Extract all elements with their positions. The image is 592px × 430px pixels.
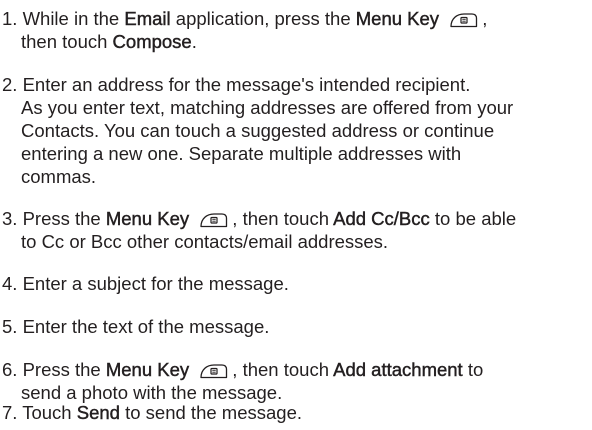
- step-text: 3. Press the: [2, 208, 106, 229]
- step-text: , then touch: [232, 208, 334, 229]
- step-text: 5. Enter the text of the message.: [2, 316, 270, 337]
- step-text: 6. Press the: [2, 359, 106, 380]
- step-text: to: [462, 359, 484, 380]
- step-text: 1. While in the: [2, 8, 125, 29]
- step-line: 5. Enter the text of the message.: [2, 315, 586, 338]
- step-6: 6. Press the Menu Key , then touch Add a…: [2, 358, 586, 404]
- step-text: commas.: [21, 166, 97, 187]
- step-text: , then touch: [232, 359, 334, 380]
- step-text: 4. Enter a subject for the message.: [2, 273, 289, 294]
- step-line: commas.: [2, 165, 586, 188]
- step-text: 7. Touch: [2, 402, 77, 423]
- step-text: to send the message.: [119, 402, 302, 423]
- step-line: 7. Touch Send to send the message.: [2, 401, 586, 424]
- ui-term: Add attachment: [333, 359, 463, 380]
- step-text: to be able: [429, 208, 517, 229]
- step-line: 1. While in the Email application, press…: [2, 7, 586, 30]
- step-text: 2. Enter an address for the message's in…: [2, 74, 471, 95]
- step-text: send a photo with the message.: [21, 382, 283, 403]
- step-line: Contacts. You can touch a suggested addr…: [2, 119, 586, 142]
- step-text: [189, 208, 194, 229]
- step-text: entering a new one. Separate multiple ad…: [21, 143, 462, 164]
- step-line: 6. Press the Menu Key , then touch Add a…: [2, 358, 586, 381]
- step-text: to Cc or Bcc other contacts/email addres…: [21, 231, 389, 252]
- step-1: 1. While in the Email application, press…: [2, 7, 586, 53]
- step-text: As you enter text, matching addresses ar…: [21, 97, 514, 118]
- step-text: ,: [482, 8, 488, 29]
- ui-term: Menu Key: [355, 8, 440, 29]
- ui-term: Menu Key: [105, 208, 190, 229]
- step-2: 2. Enter an address for the message's in…: [2, 73, 586, 188]
- step-line: As you enter text, matching addresses ar…: [2, 96, 586, 119]
- step-text: application, press the: [170, 8, 356, 29]
- step-text: [189, 359, 194, 380]
- step-line: entering a new one. Separate multiple ad…: [2, 142, 586, 165]
- ui-term: Menu Key: [105, 359, 190, 380]
- step-5: 5. Enter the text of the message.: [2, 315, 586, 338]
- ui-term: Compose: [112, 31, 192, 52]
- menu-key-icon: [448, 12, 480, 28]
- step-text: then touch: [21, 31, 113, 52]
- ui-term: Send: [76, 402, 121, 423]
- step-line: 3. Press the Menu Key , then touch Add C…: [2, 207, 586, 230]
- step-text: Contacts. You can touch a suggested addr…: [21, 120, 495, 141]
- step-text: [439, 8, 444, 29]
- ui-term: Email: [124, 8, 171, 29]
- ui-term: Add Cc/Bcc: [333, 208, 430, 229]
- step-line: 2. Enter an address for the message's in…: [2, 73, 586, 96]
- step-line: to Cc or Bcc other contacts/email addres…: [2, 230, 586, 253]
- step-text: .: [191, 31, 197, 52]
- instruction-document: 1. While in the Email application, press…: [0, 0, 592, 430]
- step-7: 7. Touch Send to send the message.: [2, 401, 586, 424]
- step-line: 4. Enter a subject for the message.: [2, 272, 586, 295]
- step-3: 3. Press the Menu Key , then touch Add C…: [2, 207, 586, 253]
- step-line: then touch Compose.: [2, 30, 586, 53]
- step-4: 4. Enter a subject for the message.: [2, 272, 586, 295]
- menu-key-icon: [198, 363, 230, 379]
- menu-key-icon: [198, 212, 230, 228]
